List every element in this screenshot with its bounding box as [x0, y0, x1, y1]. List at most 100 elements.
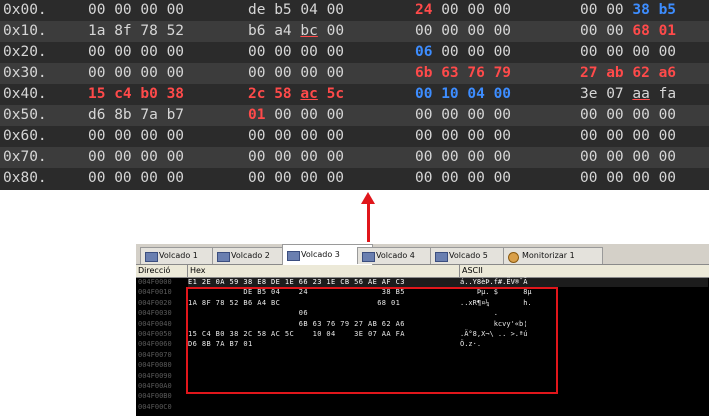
zoom-bytes: 00 00 00 00	[88, 128, 185, 144]
zoom-bytes: bc	[300, 23, 318, 39]
zoom-bytes: 00	[317, 23, 345, 39]
tab-label: Volcado 4	[376, 251, 415, 260]
zoom-byte-group: 00 00 00 00	[88, 148, 184, 167]
gear-icon	[508, 252, 519, 263]
zoom-bytes: 00 00 00 00	[88, 170, 185, 186]
zoom-byte-group: 00 00 00 00	[88, 169, 184, 188]
arrow-shaft	[367, 200, 370, 242]
zoom-row: 0x10. 1a 8f 78 52 b6 a4 bc 00 00 00 00 00 00…	[0, 21, 709, 42]
zoom-row: 0x20. 00 00 00 00 00 00 00 00 06 00 00 00 00…	[0, 42, 709, 63]
dump-row-address: 004F0040	[138, 319, 172, 328]
zoom-bytes: 00 00 00 00	[580, 44, 677, 60]
zoom-bytes: 00 00 00 00	[580, 128, 677, 144]
highlight-box	[186, 287, 558, 394]
column-header-address[interactable]: Direcció	[136, 265, 188, 277]
column-header-ascii[interactable]: ASCII	[460, 265, 709, 277]
zoom-byte-group: 00 00 00 00	[248, 148, 344, 167]
column-headers: Direcció Hex ASCII	[136, 265, 709, 278]
dump-row-address: 004F0060	[138, 340, 172, 349]
zoom-row: 0x50. d6 8b 7a b7 01 00 00 00 00 00 00 00 00…	[0, 105, 709, 126]
zoomed-hex-panel: 0x00. 00 00 00 00 de b5 04 00 24 00 00 00 00…	[0, 0, 709, 190]
zoom-bytes: 00 00 00 00	[248, 149, 345, 165]
zoom-byte-group: 00 00 00 00	[88, 127, 184, 146]
zoom-byte-group: 24 00 00 00	[415, 1, 511, 20]
zoom-bytes: ac	[300, 86, 318, 102]
zoom-bytes: aa	[632, 86, 650, 102]
zoom-bytes: 3e 07	[580, 86, 633, 102]
zoom-bytes: b6 a4	[248, 23, 301, 39]
zoom-byte-group: 00 10 04 00	[415, 85, 511, 104]
dump-row-ascii: á..Y8èÞ.f#.ËV®¯Ã	[460, 278, 528, 286]
dump-row-address: 004F0080	[138, 361, 172, 370]
dump-icon	[435, 252, 448, 262]
zoom-bytes: 00 00 00 00	[415, 23, 512, 39]
tab-monitorizar-1[interactable]: Monitorizar 1	[503, 247, 603, 264]
dump-row[interactable]: 004F0000 E1 2E 0A 59 38 E8 DE 1E 66 23 1E…	[136, 278, 709, 287]
tab-label: Monitorizar 1	[522, 251, 575, 260]
zoom-row: 0x30. 00 00 00 00 00 00 00 00 6b 63 76 79 27…	[0, 63, 709, 84]
zoom-bytes: 2c 58	[248, 86, 301, 102]
dump-icon	[362, 252, 375, 262]
tab-label: Volcado 3	[301, 250, 340, 259]
dump-row-address: 004F0050	[138, 330, 172, 338]
column-header-hex[interactable]: Hex	[188, 265, 460, 277]
zoom-byte-group: 00 00 00 00	[580, 148, 676, 167]
zoom-byte-group: 00 00 00 00	[88, 64, 184, 83]
zoom-bytes: 00 00	[580, 2, 633, 18]
zoom-byte-group: 00 00 00 00	[580, 169, 676, 188]
zoom-byte-group: 00 00 00 00	[415, 148, 511, 167]
dump-row-address: 004F0070	[138, 350, 172, 359]
zoom-row-address: 0x30.	[3, 65, 47, 81]
tab-bar: Volcado 1 Volcado 2 Volcado 3 Volcado 4 Volc…	[136, 244, 709, 265]
zoom-row: 0x80. 00 00 00 00 00 00 00 00 00 00 00 00 00…	[0, 168, 709, 189]
zoom-byte-group: 6b 63 76 79	[415, 64, 511, 83]
zoom-bytes: 01	[248, 107, 266, 123]
zoom-bytes: 00 00 00 00	[248, 128, 345, 144]
zoom-bytes: de b5 04 00	[248, 2, 345, 18]
zoom-bytes: 6b 63 76 79	[415, 65, 512, 81]
tab-label: Volcado 1	[159, 251, 198, 260]
dump-row[interactable]: 004F00C0	[136, 403, 709, 412]
zoom-byte-group: de b5 04 00	[248, 1, 344, 20]
zoom-byte-group: 15 c4 b0 38	[88, 85, 184, 104]
zoom-bytes: 00 00 00 00	[88, 2, 185, 18]
zoom-byte-group: 00 00 68 01	[580, 22, 676, 41]
zoom-bytes: 00 00 00 00	[415, 128, 512, 144]
zoom-bytes: 00 00 00 00	[88, 44, 185, 60]
zoom-byte-group: 00 00 00 00	[580, 43, 676, 62]
dump-icon	[287, 251, 300, 261]
zoom-row-address: 0x00.	[3, 2, 47, 18]
tab-label: Volcado 2	[231, 251, 270, 260]
zoom-bytes: 00 00 00 00	[88, 149, 185, 165]
zoom-byte-group: 00 00 00 00	[88, 1, 184, 20]
zoom-bytes: 00 00 00	[265, 107, 345, 123]
zoom-bytes: 24	[415, 2, 433, 18]
zoom-row-address: 0x80.	[3, 170, 47, 186]
zoom-row: 0x00. 00 00 00 00 de b5 04 00 24 00 00 00 00…	[0, 0, 709, 21]
dump-row-address: 004F00A0	[138, 382, 172, 390]
tab-label: Volcado 5	[449, 251, 488, 260]
zoom-row: 0x40. 15 c4 b0 38 2c 58 ac 5c 00 10 04 00 3e…	[0, 84, 709, 105]
zoom-byte-group: 00 00 00 00	[415, 22, 511, 41]
dump-row-address: 004F0090	[138, 371, 172, 380]
zoom-bytes: 00 00 00 00	[415, 107, 512, 123]
zoom-bytes: 38 b5	[632, 2, 677, 18]
arrow-up-icon	[361, 192, 375, 204]
zoom-row-address: 0x10.	[3, 23, 47, 39]
zoom-byte-group: 00 00 00 00	[248, 127, 344, 146]
dump-row-hex: E1 2E 0A 59 38 E8 DE 1E 66 23 1E CB 56 A…	[188, 278, 405, 286]
zoom-byte-group: 00 00 00 00	[88, 43, 184, 62]
zoom-byte-group: 27 ab 62 a6	[580, 64, 676, 83]
zoom-byte-group: 00 00 00 00	[248, 169, 344, 188]
zoom-bytes: 00 10 04 00	[415, 86, 512, 102]
zoom-bytes: 00 00 00	[432, 44, 512, 60]
zoom-row-address: 0x70.	[3, 149, 47, 165]
dump-icon	[217, 252, 230, 262]
zoom-byte-group: 00 00 00 00	[580, 106, 676, 125]
zoom-byte-group: 1a 8f 78 52	[88, 22, 184, 41]
zoom-byte-group: 06 00 00 00	[415, 43, 511, 62]
dump-row-address: 004F00C0	[138, 402, 172, 411]
zoom-byte-group: 00 00 00 00	[580, 127, 676, 146]
zoom-bytes: 00 00 00 00	[415, 170, 512, 186]
zoom-byte-group: 00 00 00 00	[248, 64, 344, 83]
